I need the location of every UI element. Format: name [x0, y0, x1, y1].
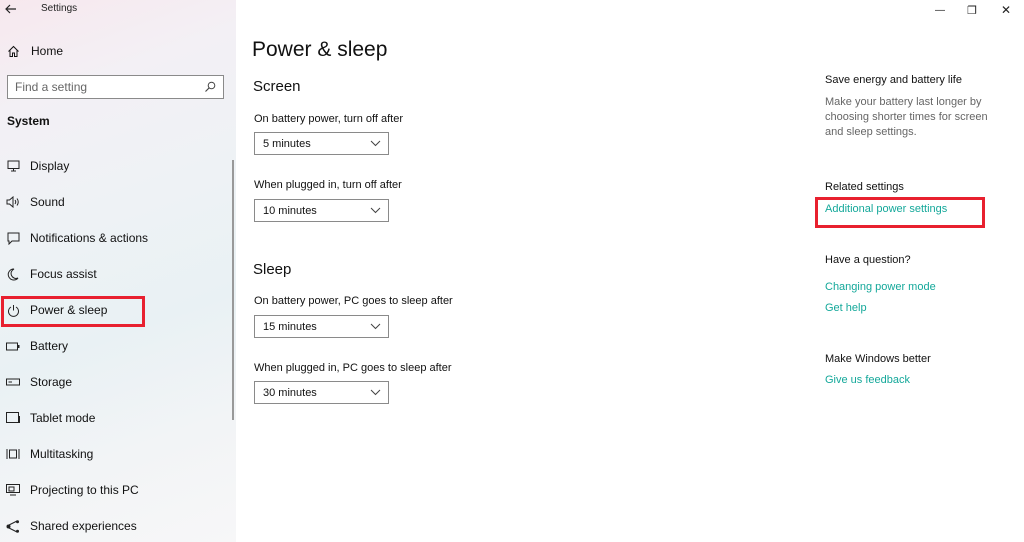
shared-icon	[6, 519, 20, 533]
screen-plugged-dropdown[interactable]: 10 minutes	[254, 199, 389, 222]
sidebar-item-label: Power & sleep	[30, 303, 108, 317]
sidebar-item-shared-experiences[interactable]: Shared experiences	[0, 508, 232, 542]
back-arrow-icon	[5, 4, 16, 14]
related-settings-heading: Related settings	[825, 181, 904, 193]
storage-icon	[6, 375, 20, 389]
sleep-battery-label: On battery power, PC goes to sleep after	[254, 295, 453, 307]
close-icon: ✕	[1000, 3, 1012, 17]
battery-icon	[6, 339, 20, 353]
sidebar-item-label: Multitasking	[30, 447, 94, 461]
sidebar-scrollbar[interactable]	[232, 160, 234, 420]
sidebar-nav: Display Sound Notifications & actions Fo…	[0, 148, 232, 542]
sidebar-item-focus-assist[interactable]: Focus assist	[0, 256, 232, 292]
save-energy-heading: Save energy and battery life	[825, 74, 962, 86]
chevron-down-icon	[370, 389, 381, 396]
sleep-battery-dropdown[interactable]: 15 minutes	[254, 315, 389, 338]
sidebar-item-label: Tablet mode	[30, 411, 96, 425]
moon-icon	[6, 267, 20, 281]
sidebar-item-label: Shared experiences	[30, 519, 137, 533]
search-box[interactable]	[7, 75, 224, 99]
sidebar-item-label: Notifications & actions	[30, 231, 149, 245]
restore-icon: ❐	[967, 4, 977, 17]
screen-heading: Screen	[253, 78, 301, 95]
page-title: Power & sleep	[252, 38, 388, 61]
chevron-down-icon	[370, 140, 381, 147]
sidebar-item-multitasking[interactable]: Multitasking	[0, 436, 232, 472]
home-button[interactable]: Home	[6, 41, 63, 61]
sleep-plugged-label: When plugged in, PC goes to sleep after	[254, 362, 452, 374]
have-question-heading: Have a question?	[825, 254, 911, 266]
changing-power-mode-link[interactable]: Changing power mode	[825, 281, 936, 293]
dropdown-value: 15 minutes	[263, 320, 317, 333]
sleep-plugged-dropdown[interactable]: 30 minutes	[254, 381, 389, 404]
sidebar-item-notifications[interactable]: Notifications & actions	[0, 220, 232, 256]
sidebar-item-sound[interactable]: Sound	[0, 184, 232, 220]
dropdown-value: 30 minutes	[263, 386, 317, 399]
dropdown-value: 5 minutes	[263, 137, 311, 150]
sidebar-item-display[interactable]: Display	[0, 148, 232, 184]
home-label: Home	[31, 44, 64, 58]
search-input[interactable]	[15, 80, 204, 94]
app-title: Settings	[41, 3, 78, 14]
sleep-heading: Sleep	[253, 261, 292, 278]
additional-power-settings-link[interactable]: Additional power settings	[825, 203, 947, 215]
minimize-icon: —	[935, 4, 945, 16]
sidebar-item-label: Sound	[30, 195, 65, 209]
screen-battery-dropdown[interactable]: 5 minutes	[254, 132, 389, 155]
screen-battery-label: On battery power, turn off after	[254, 113, 403, 125]
multitasking-icon	[6, 447, 20, 461]
chevron-down-icon	[370, 207, 381, 214]
sidebar: Settings Home System Display Sound	[0, 0, 236, 542]
give-feedback-link[interactable]: Give us feedback	[825, 374, 910, 386]
power-icon	[6, 303, 20, 317]
make-windows-better-heading: Make Windows better	[825, 353, 931, 365]
chevron-down-icon	[370, 323, 381, 330]
get-help-link[interactable]: Get help	[825, 302, 867, 314]
title-bar: Settings	[0, 0, 236, 20]
search-icon[interactable]	[204, 81, 216, 93]
sidebar-item-battery[interactable]: Battery	[0, 328, 232, 364]
sidebar-item-label: Display	[30, 159, 70, 173]
sound-icon	[6, 195, 20, 209]
screen-plugged-label: When plugged in, turn off after	[254, 179, 402, 191]
sidebar-item-projecting[interactable]: Projecting to this PC	[0, 472, 232, 508]
sidebar-item-label: Focus assist	[30, 267, 97, 281]
save-energy-text: Make your battery last longer by choosin…	[825, 96, 988, 138]
projecting-icon	[6, 483, 20, 497]
back-button[interactable]	[5, 1, 23, 17]
maximize-button[interactable]: ❐	[958, 0, 986, 20]
sidebar-item-label: Projecting to this PC	[30, 483, 139, 497]
dropdown-value: 10 minutes	[263, 204, 317, 217]
home-icon	[6, 45, 20, 58]
sidebar-item-power-sleep[interactable]: Power & sleep	[0, 292, 232, 328]
notifications-icon	[6, 231, 20, 245]
sidebar-item-storage[interactable]: Storage	[0, 364, 232, 400]
sidebar-item-label: Storage	[30, 375, 73, 389]
sidebar-item-tablet-mode[interactable]: Tablet mode	[0, 400, 232, 436]
minimize-button[interactable]: —	[926, 0, 954, 20]
section-label-system: System	[7, 114, 50, 128]
close-button[interactable]: ✕	[992, 0, 1020, 20]
tablet-icon	[6, 411, 20, 425]
display-icon	[6, 159, 20, 173]
sidebar-item-label: Battery	[30, 339, 69, 353]
